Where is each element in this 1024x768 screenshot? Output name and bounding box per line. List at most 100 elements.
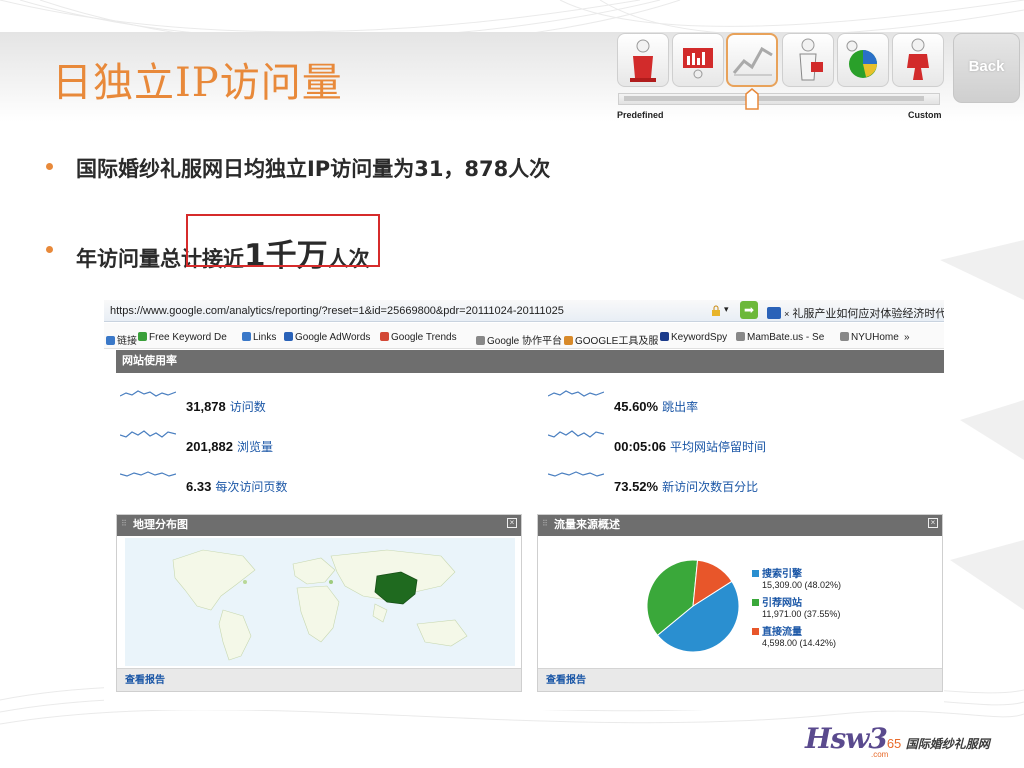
favorite-label: Google Trends xyxy=(391,332,457,343)
metric-label-link[interactable]: 浏览量 xyxy=(237,440,273,454)
view-report-link[interactable]: 查看报告 xyxy=(117,668,521,691)
close-icon[interactable]: × xyxy=(507,518,517,528)
legend-entry[interactable]: 搜索引擎 15,309.00 (48.02%) xyxy=(752,565,932,590)
legend-swatch xyxy=(752,628,759,635)
traffic-source-panel-title: 流量来源概述 xyxy=(538,515,942,536)
metric-value: 00:05:06 xyxy=(614,439,667,454)
sparkline-icon xyxy=(120,430,176,438)
metric-row: 73.52% 新访问次数百分比 xyxy=(614,478,758,495)
legend-name: 直接流量 xyxy=(762,627,802,638)
address-bar[interactable]: https://www.google.com/analytics/reporti… xyxy=(104,300,944,322)
folder-icon xyxy=(106,336,115,345)
sparkline-icon xyxy=(548,471,604,477)
legend-value: 4,598.00 (14.42%) xyxy=(762,638,837,648)
legend-entry[interactable]: 直接流量 4,598.00 (14.42%) xyxy=(752,623,932,648)
favorite-label: MamBate.us - Se xyxy=(747,332,825,343)
favorite-item[interactable]: KeywordSpy xyxy=(660,332,727,343)
analytics-screenshot: https://www.google.com/analytics/reporti… xyxy=(104,300,944,710)
favorite-item[interactable]: » xyxy=(904,332,910,343)
dropdown-arrow-icon[interactable]: ▾ xyxy=(724,304,729,315)
line-chart-icon[interactable] xyxy=(726,33,778,87)
traffic-pie-chart[interactable] xyxy=(638,551,748,661)
favorite-label: Links xyxy=(253,332,277,343)
slider-thumb[interactable] xyxy=(745,88,759,110)
favorite-label: KeywordSpy xyxy=(671,332,728,343)
legend-swatch xyxy=(752,570,759,577)
traffic-source-panel-title-text: 流量来源概述 xyxy=(554,519,620,531)
go-arrow-icon[interactable]: ➡ xyxy=(740,301,758,319)
favorite-item[interactable]: NYUHome xyxy=(840,332,899,343)
drag-handle-icon[interactable]: ⠿ xyxy=(542,519,548,528)
slider-label-predefined: Predefined xyxy=(617,110,664,120)
brand-logo-sup: 65 xyxy=(886,736,902,751)
page-icon xyxy=(736,332,745,341)
close-icon[interactable]: × xyxy=(928,518,938,528)
metric-label-link[interactable]: 新访问次数百分比 xyxy=(662,480,758,494)
metric-value: 45.60% xyxy=(614,399,659,414)
favorite-item[interactable]: Links xyxy=(242,332,276,343)
metric-value: 73.52% xyxy=(614,479,659,494)
metric-row: 201,882 浏览量 xyxy=(186,438,273,455)
brand-domain: .com xyxy=(871,750,889,759)
legend-swatch xyxy=(752,599,759,606)
businessman-icon[interactable] xyxy=(782,33,834,87)
check-icon xyxy=(138,332,147,341)
tools-icon xyxy=(564,336,573,345)
metric-row: 31,878 访问数 xyxy=(186,398,266,415)
back-button[interactable]: Back xyxy=(953,33,1020,103)
legend-entry[interactable]: 引荐网站 11,971.00 (37.55%) xyxy=(752,594,932,619)
legend-value: 11,971.00 (37.55%) xyxy=(762,609,841,619)
google-icon xyxy=(284,332,293,341)
drag-handle-icon[interactable]: ⠿ xyxy=(121,519,127,528)
favorite-label: Free Keyword De xyxy=(149,332,227,343)
brand-logo: Hsw365 国际婚纱礼服网 .com xyxy=(805,722,990,759)
sparkline-icon xyxy=(120,471,176,477)
metric-row: 6.33 每次访问页数 xyxy=(186,478,287,495)
favorite-item[interactable]: Google AdWords xyxy=(284,332,370,343)
view-slider-fill xyxy=(624,96,924,101)
pie-chart-icon[interactable] xyxy=(837,33,889,87)
world-map[interactable] xyxy=(125,538,515,666)
slider-label-custom: Custom xyxy=(908,110,942,120)
favorite-item[interactable]: Free Keyword De xyxy=(138,332,227,343)
lock-icon xyxy=(712,305,720,316)
tab-title[interactable]: × 礼服产业如何应对体验经济时代 xyxy=(767,305,944,321)
favorite-label: » xyxy=(904,332,910,343)
sparkline-icon xyxy=(120,390,176,397)
url-text[interactable]: https://www.google.com/analytics/reporti… xyxy=(110,305,564,317)
geo-map-panel: 地理分布图 ⠿ × 查看报告 xyxy=(116,514,522,692)
metric-label-link[interactable]: 每次访问页数 xyxy=(215,480,287,494)
tab-close-icon[interactable]: × xyxy=(784,309,789,319)
geo-map-panel-title-text: 地理分布图 xyxy=(133,519,188,531)
puzzle-person-icon[interactable] xyxy=(892,33,944,87)
legend-value: 15,309.00 (48.02%) xyxy=(762,580,842,590)
metric-label-link[interactable]: 访问数 xyxy=(230,400,266,414)
metric-label-link[interactable]: 跳出率 xyxy=(662,400,698,414)
bullet-dot xyxy=(46,163,53,170)
view-report-link[interactable]: 查看报告 xyxy=(538,668,942,691)
legend-name: 搜索引擎 xyxy=(762,569,802,580)
worker-icon[interactable] xyxy=(617,33,669,87)
favorite-item[interactable]: Google Trends xyxy=(380,332,457,343)
bullet-daily-ip: 国际婚纱礼服网日均独立IP访问量为31，878人次 xyxy=(76,157,551,181)
tab-favicon xyxy=(767,307,781,319)
bullet-dot xyxy=(46,246,53,253)
favorites-bar: 链接 Free Keyword De Links Google AdWords Goog… xyxy=(104,323,944,349)
metric-value: 31,878 xyxy=(186,399,226,414)
presentation-board-icon[interactable] xyxy=(672,33,724,87)
tab-title-text: 礼服产业如何应对体验经济时代 xyxy=(792,308,944,320)
favorite-label: NYUHome xyxy=(851,332,899,343)
favorite-item[interactable]: GOOGLE工具及服 xyxy=(564,332,658,347)
metric-label-link[interactable]: 平均网站停留时间 xyxy=(670,440,766,454)
sparkline-icon xyxy=(548,390,604,397)
ks-icon xyxy=(660,332,669,341)
geo-map-panel-title: 地理分布图 xyxy=(117,515,521,536)
metric-row: 45.60% 跳出率 xyxy=(614,398,698,415)
highlight-box xyxy=(186,214,380,267)
favorite-item[interactable]: Google 协作平台 xyxy=(476,332,562,347)
page-icon xyxy=(840,332,849,341)
favorite-label: 链接 xyxy=(117,336,137,347)
favorite-item[interactable]: MamBate.us - Se xyxy=(736,332,824,343)
legend-name: 引荐网站 xyxy=(762,598,802,609)
favorite-item[interactable]: 链接 xyxy=(106,332,137,347)
